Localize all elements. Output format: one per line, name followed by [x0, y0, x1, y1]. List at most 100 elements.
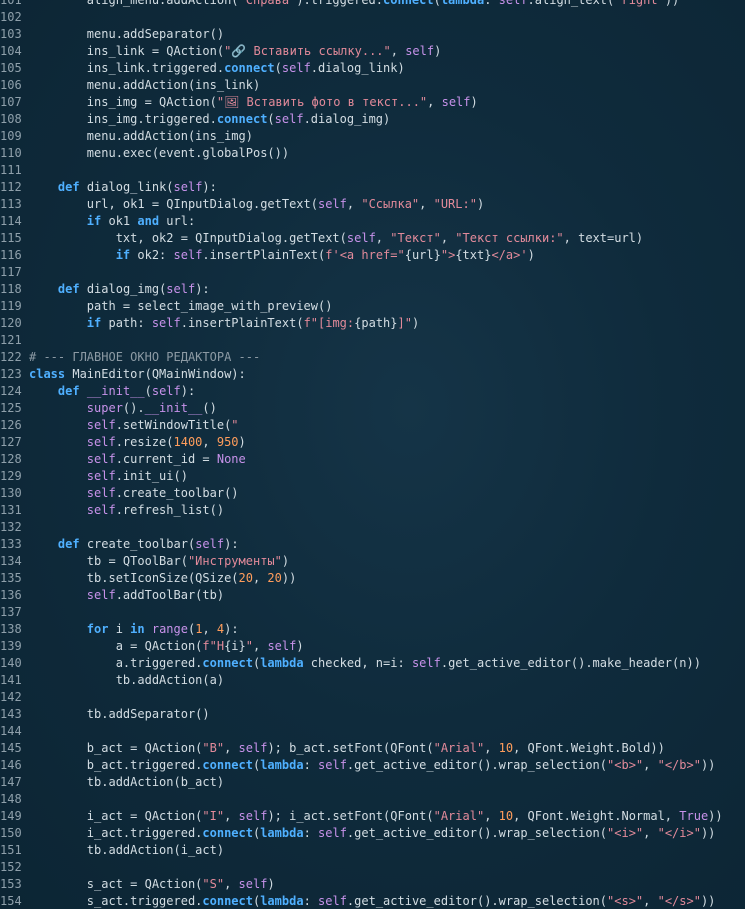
code-line[interactable]: 115 txt, ok2 = QInputDialog.getText(self… [0, 230, 745, 247]
code-line[interactable]: 118 def dialog_img(self): [0, 281, 745, 298]
code-line[interactable]: 144 [0, 723, 745, 740]
code-line[interactable]: 108 ins_img.triggered.connect(self.dialo… [0, 111, 745, 128]
line-code[interactable]: i_act = QAction("I", self); i_act.setFon… [20, 808, 745, 825]
line-code[interactable]: ins_link = QAction("🔗 Вставить ссылку...… [20, 43, 745, 60]
line-code[interactable]: menu.addAction(ins_link) [20, 77, 745, 94]
code-line[interactable]: 138 for i in range(1, 4): [0, 621, 745, 638]
line-code[interactable]: ins_img = QAction("🖼 Вставить фото в тек… [20, 94, 745, 111]
code-line[interactable]: 116 if ok2: self.insertPlainText(f'<a hr… [0, 247, 745, 264]
line-code[interactable]: tb.addAction(i_act) [20, 842, 745, 859]
code-line[interactable]: 132 [0, 519, 745, 536]
line-code[interactable]: if path: self.insertPlainText(f"[img:{pa… [20, 315, 745, 332]
code-line[interactable]: 122 # --- ГЛАВНОЕ ОКНО РЕДАКТОРА --- [0, 349, 745, 366]
line-code[interactable]: def create_toolbar(self): [20, 536, 745, 553]
code-line[interactable]: 119 path = select_image_with_preview() [0, 298, 745, 315]
line-code[interactable]: self.setWindowTitle(" [20, 417, 745, 434]
line-code[interactable]: a = QAction(f"H{i}", self) [20, 638, 745, 655]
code-line[interactable]: 110 menu.exec(event.globalPos()) [0, 145, 745, 162]
code-line[interactable]: 141 tb.addAction(a) [0, 672, 745, 689]
code-line[interactable]: 131 self.refresh_list() [0, 502, 745, 519]
line-code[interactable]: i_act.triggered.connect(lambda: self.get… [20, 825, 745, 842]
code-line[interactable]: 149 i_act = QAction("I", self); i_act.se… [0, 808, 745, 825]
code-line[interactable]: 101 align_menu.addAction("Справа").trigg… [0, 0, 745, 9]
code-line[interactable]: 121 [0, 332, 745, 349]
code-line[interactable]: 107 ins_img = QAction("🖼 Вставить фото в… [0, 94, 745, 111]
line-code[interactable]: self.current_id = None [20, 451, 745, 468]
line-code[interactable] [20, 723, 745, 740]
code-line[interactable]: 143 tb.addSeparator() [0, 706, 745, 723]
line-code[interactable]: b_act.triggered.connect(lambda: self.get… [20, 757, 745, 774]
line-code[interactable]: ins_link.triggered.connect(self.dialog_l… [20, 60, 745, 77]
line-code[interactable]: url, ok1 = QInputDialog.getText(self, "С… [20, 196, 745, 213]
line-code[interactable]: menu.addAction(ins_img) [20, 128, 745, 145]
line-code[interactable]: super().__init__() [20, 400, 745, 417]
code-line[interactable]: 152 [0, 859, 745, 876]
line-code[interactable]: class MainEditor(QMainWindow): [20, 366, 745, 383]
code-line[interactable]: 130 self.create_toolbar() [0, 485, 745, 502]
code-line[interactable]: 104 ins_link = QAction("🔗 Вставить ссылк… [0, 43, 745, 60]
line-code[interactable]: b_act = QAction("B", self); b_act.setFon… [20, 740, 745, 757]
line-code[interactable]: self.create_toolbar() [20, 485, 745, 502]
line-code[interactable]: def dialog_img(self): [20, 281, 745, 298]
code-line[interactable]: 112 def dialog_link(self): [0, 179, 745, 196]
line-code[interactable]: def __init__(self): [20, 383, 745, 400]
code-line[interactable]: 102 [0, 9, 745, 26]
line-code[interactable] [20, 9, 745, 26]
line-code[interactable]: s_act.triggered.connect(lambda: self.get… [20, 893, 745, 909]
line-code[interactable]: if ok2: self.insertPlainText(f'<a href="… [20, 247, 745, 264]
code-line[interactable]: 117 [0, 264, 745, 281]
code-line[interactable]: 109 menu.addAction(ins_img) [0, 128, 745, 145]
code-line[interactable]: 146 b_act.triggered.connect(lambda: self… [0, 757, 745, 774]
code-line[interactable]: 103 menu.addSeparator() [0, 26, 745, 43]
code-line[interactable]: 106 menu.addAction(ins_link) [0, 77, 745, 94]
line-code[interactable] [20, 604, 745, 621]
line-code[interactable] [20, 162, 745, 179]
line-code[interactable]: txt, ok2 = QInputDialog.getText(self, "Т… [20, 230, 745, 247]
code-line[interactable]: 147 tb.addAction(b_act) [0, 774, 745, 791]
code-line[interactable]: 135 tb.setIconSize(QSize(20, 20)) [0, 570, 745, 587]
code-line[interactable]: 150 i_act.triggered.connect(lambda: self… [0, 825, 745, 842]
code-line[interactable]: 124 def __init__(self): [0, 383, 745, 400]
code-line[interactable]: 153 s_act = QAction("S", self) [0, 876, 745, 893]
line-code[interactable] [20, 264, 745, 281]
line-code[interactable]: ins_img.triggered.connect(self.dialog_im… [20, 111, 745, 128]
line-code[interactable]: self.init_ui() [20, 468, 745, 485]
line-code[interactable]: menu.addSeparator() [20, 26, 745, 43]
line-code[interactable] [20, 519, 745, 536]
code-line[interactable]: 123 class MainEditor(QMainWindow): [0, 366, 745, 383]
line-code[interactable]: path = select_image_with_preview() [20, 298, 745, 315]
line-code[interactable]: def dialog_link(self): [20, 179, 745, 196]
line-code[interactable] [20, 332, 745, 349]
code-line[interactable]: 113 url, ok1 = QInputDialog.getText(self… [0, 196, 745, 213]
code-line[interactable]: 105 ins_link.triggered.connect(self.dial… [0, 60, 745, 77]
code-line[interactable]: 133 def create_toolbar(self): [0, 536, 745, 553]
line-code[interactable]: for i in range(1, 4): [20, 621, 745, 638]
code-line[interactable]: 151 tb.addAction(i_act) [0, 842, 745, 859]
code-line[interactable]: 154 s_act.triggered.connect(lambda: self… [0, 893, 745, 909]
line-code[interactable] [20, 689, 745, 706]
line-code[interactable]: tb.setIconSize(QSize(20, 20)) [20, 570, 745, 587]
line-code[interactable]: tb.addAction(a) [20, 672, 745, 689]
line-code[interactable]: menu.exec(event.globalPos()) [20, 145, 745, 162]
code-line[interactable]: 136 self.addToolBar(tb) [0, 587, 745, 604]
line-code[interactable]: a.triggered.connect(lambda checked, n=i:… [20, 655, 745, 672]
code-line[interactable]: 137 [0, 604, 745, 621]
line-code[interactable]: # --- ГЛАВНОЕ ОКНО РЕДАКТОРА --- [20, 349, 745, 366]
line-code[interactable]: self.refresh_list() [20, 502, 745, 519]
line-code[interactable] [20, 791, 745, 808]
code-line[interactable]: 140 a.triggered.connect(lambda checked, … [0, 655, 745, 672]
code-editor[interactable]: 101 align_menu.addAction("Справа").trigg… [0, 0, 745, 909]
line-code[interactable]: align_menu.addAction("Справа").triggered… [20, 0, 745, 9]
code-line[interactable]: 129 self.init_ui() [0, 468, 745, 485]
line-code[interactable] [20, 859, 745, 876]
code-line[interactable]: 145 b_act = QAction("B", self); b_act.se… [0, 740, 745, 757]
code-line[interactable]: 125 super().__init__() [0, 400, 745, 417]
code-line[interactable]: 127 self.resize(1400, 950) [0, 434, 745, 451]
code-line[interactable]: 126 self.setWindowTitle(" [0, 417, 745, 434]
code-line[interactable]: 128 self.current_id = None [0, 451, 745, 468]
line-code[interactable]: tb = QToolBar("Инструменты") [20, 553, 745, 570]
code-line[interactable]: 120 if path: self.insertPlainText(f"[img… [0, 315, 745, 332]
code-line[interactable]: 148 [0, 791, 745, 808]
code-line[interactable]: 142 [0, 689, 745, 706]
line-code[interactable]: if ok1 and url: [20, 213, 745, 230]
